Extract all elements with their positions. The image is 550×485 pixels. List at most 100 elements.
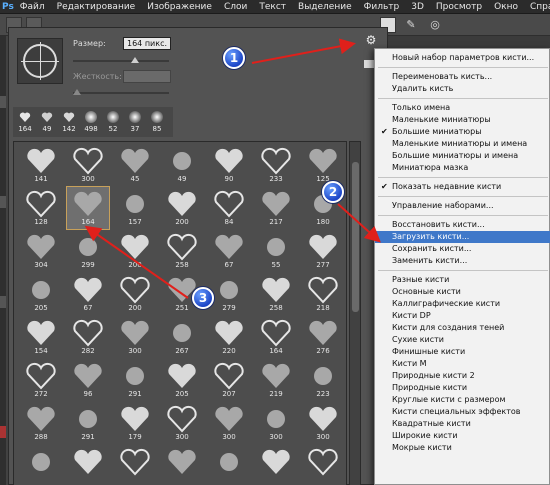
brush-thumbnail[interactable]: 157: [114, 187, 156, 229]
brush-thumbnail[interactable]: 300: [114, 316, 156, 358]
brush-thumbnail[interactable]: [20, 445, 62, 485]
brush-thumbnail[interactable]: 279: [208, 273, 250, 315]
brush-thumbnail[interactable]: 164: [255, 316, 297, 358]
brush-thumbnail[interactable]: [255, 445, 297, 485]
brush-thumbnail[interactable]: [302, 445, 344, 485]
brush-thumbnail[interactable]: 258: [255, 273, 297, 315]
menu-type[interactable]: Текст: [253, 2, 292, 12]
hardness-input[interactable]: [123, 70, 171, 83]
brush-thumbnail[interactable]: [67, 445, 109, 485]
new-preset-icon[interactable]: [364, 60, 374, 68]
recent-brush[interactable]: 85: [147, 109, 167, 135]
menu-item[interactable]: ✔ Показать недавние кисти: [375, 181, 550, 193]
brush-thumbnail[interactable]: 179: [114, 402, 156, 444]
tool-button[interactable]: [0, 196, 6, 208]
brush-thumbnail[interactable]: 223: [302, 359, 344, 401]
brush-thumbnail[interactable]: 300: [67, 144, 109, 186]
menu-item[interactable]: Заменить кисти...: [375, 255, 550, 267]
menu-item[interactable]: Разные кисти: [375, 274, 550, 286]
menu-item[interactable]: Управление наборами...: [375, 200, 550, 212]
menu-item[interactable]: Кисти DP: [375, 310, 550, 322]
brush-thumbnail[interactable]: 96: [67, 359, 109, 401]
hardness-slider-knob[interactable]: [73, 89, 81, 95]
menu-item[interactable]: Удалить кисть: [375, 83, 550, 95]
menu-window[interactable]: Окно: [488, 2, 524, 12]
brush-thumbnail[interactable]: 45: [114, 144, 156, 186]
brush-thumbnail[interactable]: 200: [161, 187, 203, 229]
menu-edit[interactable]: Редактирование: [51, 2, 142, 12]
brush-thumbnail[interactable]: 200: [114, 230, 156, 272]
brush-angle-preview[interactable]: [17, 38, 63, 84]
menu-item[interactable]: Сухие кисти: [375, 334, 550, 346]
brush-thumbnail[interactable]: 291: [114, 359, 156, 401]
menu-filter[interactable]: Фильтр: [358, 2, 406, 12]
brush-thumbnail[interactable]: 49: [161, 144, 203, 186]
size-input[interactable]: 164 пикс.: [123, 37, 171, 50]
pressure-size-icon[interactable]: ◎: [427, 17, 443, 33]
brush-thumbnail[interactable]: [208, 445, 250, 485]
menu-select[interactable]: Выделение: [292, 2, 358, 12]
brush-thumbnail[interactable]: 304: [20, 230, 62, 272]
recent-brush[interactable]: 498: [81, 109, 101, 135]
recent-brush[interactable]: 49: [37, 109, 57, 135]
brush-thumbnail[interactable]: 125: [302, 144, 344, 186]
menu-item[interactable]: Только имена: [375, 102, 550, 114]
brush-thumbnail[interactable]: 141: [20, 144, 62, 186]
size-slider[interactable]: [73, 57, 169, 63]
brush-thumbnail[interactable]: 300: [255, 402, 297, 444]
tool-button[interactable]: [0, 296, 6, 308]
size-slider-knob[interactable]: [131, 57, 139, 63]
menu-item[interactable]: Природные кисти 2: [375, 370, 550, 382]
brush-thumbnail[interactable]: 300: [208, 402, 250, 444]
menu-help[interactable]: Справка: [524, 2, 550, 12]
menu-item[interactable]: Квадратные кисти: [375, 418, 550, 430]
menu-3d[interactable]: 3D: [405, 2, 430, 12]
brush-thumbnail[interactable]: 300: [302, 402, 344, 444]
brush-thumbnail[interactable]: 220: [208, 316, 250, 358]
brush-thumbnail[interactable]: 272: [20, 359, 62, 401]
menu-item[interactable]: Переименовать кисть...: [375, 71, 550, 83]
brush-thumbnail[interactable]: 219: [255, 359, 297, 401]
brush-thumbnail[interactable]: [161, 445, 203, 485]
airbrush-icon[interactable]: ✎: [403, 17, 419, 33]
tool-button[interactable]: [0, 96, 6, 108]
brush-thumbnail[interactable]: 154: [20, 316, 62, 358]
brush-thumbnail[interactable]: 258: [161, 230, 203, 272]
menu-item[interactable]: Восстановить кисти...: [375, 219, 550, 231]
recent-brush[interactable]: 37: [125, 109, 145, 135]
menu-image[interactable]: Изображение: [141, 2, 218, 12]
hardness-slider[interactable]: [73, 89, 169, 95]
menu-item[interactable]: Природные кисти: [375, 382, 550, 394]
menu-item[interactable]: Маленькие миниатюры и имена: [375, 138, 550, 150]
brush-thumbnail[interactable]: 90: [208, 144, 250, 186]
menu-layers[interactable]: Слои: [218, 2, 253, 12]
menu-item[interactable]: Основные кисти: [375, 286, 550, 298]
menu-view[interactable]: Просмотр: [430, 2, 488, 12]
brush-thumbnail[interactable]: 267: [161, 316, 203, 358]
scrollbar-thumb[interactable]: [352, 162, 359, 312]
menu-item[interactable]: Финишные кисти: [375, 346, 550, 358]
recent-brush[interactable]: 52: [103, 109, 123, 135]
brush-thumbnail[interactable]: 84: [208, 187, 250, 229]
brush-thumbnail[interactable]: 217: [255, 187, 297, 229]
menu-item[interactable]: Кисти для создания теней: [375, 322, 550, 334]
menu-item[interactable]: Кисти M: [375, 358, 550, 370]
brush-thumbnail[interactable]: 233: [255, 144, 297, 186]
recent-brush[interactable]: 142: [59, 109, 79, 135]
brush-thumbnail[interactable]: 200: [114, 273, 156, 315]
brush-thumbnail[interactable]: 207: [208, 359, 250, 401]
brush-thumbnail[interactable]: 299: [67, 230, 109, 272]
brush-thumbnail[interactable]: 205: [161, 359, 203, 401]
brush-thumbnail[interactable]: 276: [302, 316, 344, 358]
brush-thumbnail[interactable]: 288: [20, 402, 62, 444]
menu-item[interactable]: Большие миниатюры и имена: [375, 150, 550, 162]
menu-item[interactable]: Маленькие миниатюры: [375, 114, 550, 126]
grid-scrollbar[interactable]: [349, 141, 361, 485]
brush-thumbnail[interactable]: 291: [67, 402, 109, 444]
brush-thumbnail[interactable]: 277: [302, 230, 344, 272]
brush-thumbnail[interactable]: 205: [20, 273, 62, 315]
brush-thumbnail[interactable]: 218: [302, 273, 344, 315]
brush-thumbnail[interactable]: 67: [208, 230, 250, 272]
brush-thumbnail[interactable]: 164: [66, 186, 110, 230]
recent-brush[interactable]: 164: [15, 109, 35, 135]
